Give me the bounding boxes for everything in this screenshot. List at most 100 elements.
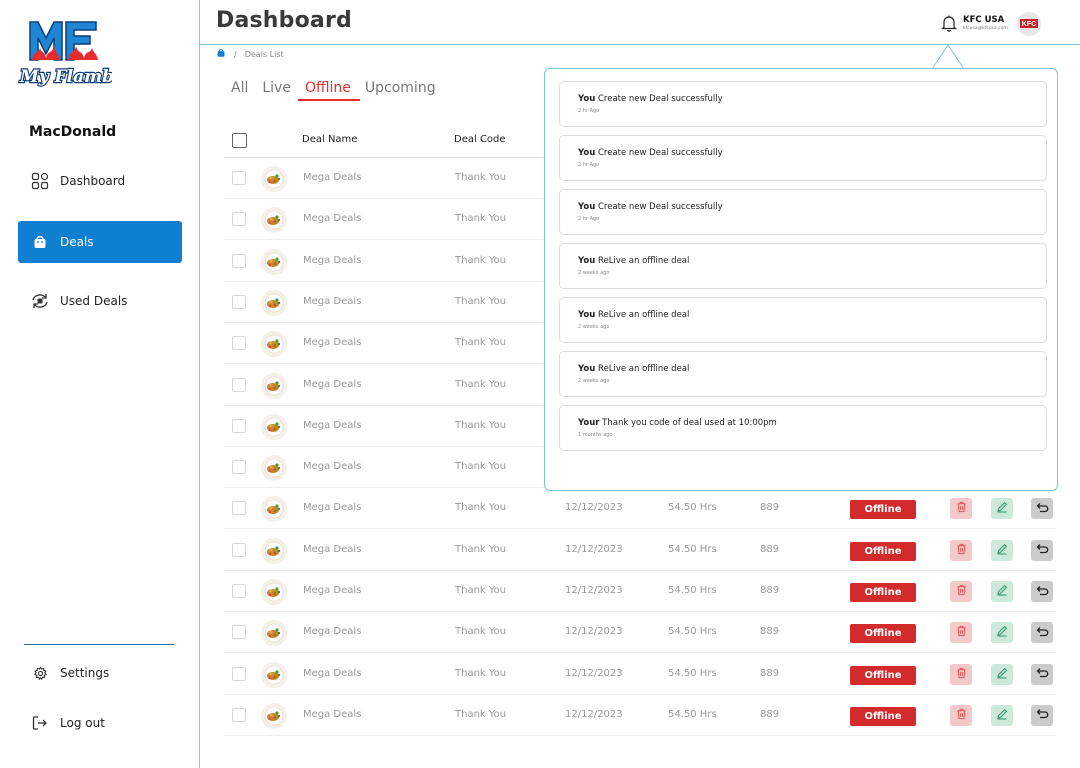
bag-icon xyxy=(30,232,50,252)
notification-item[interactable]: Your Thank you code of deal used at 10:0… xyxy=(559,405,1047,451)
edit-button[interactable] xyxy=(991,622,1013,644)
deal-code-cell: Thank You xyxy=(455,419,507,431)
deal-thumbnail xyxy=(261,413,287,440)
edit-button[interactable] xyxy=(991,663,1013,685)
relive-button[interactable] xyxy=(1031,539,1053,561)
delete-button[interactable] xyxy=(950,539,972,561)
table-row[interactable]: Mega Deals Thank You 12/12/2023 54.50 Hrs 88… xyxy=(224,530,1056,571)
restaurant-name: MacDonald xyxy=(29,124,117,140)
notification-message: You Create new Deal successfully xyxy=(578,202,1046,212)
user-info[interactable]: KFC USA kfcusa@kfcusa.com xyxy=(963,15,1008,31)
status-badge[interactable]: Offline xyxy=(850,541,916,561)
bell-icon[interactable] xyxy=(941,14,957,32)
bag-icon[interactable] xyxy=(216,48,226,60)
deal-thumbnail xyxy=(261,620,287,647)
notification-item[interactable]: You ReLive an offline deal 2 weeks ago xyxy=(559,297,1047,343)
deal-date-cell: 12/12/2023 xyxy=(565,502,623,514)
notification-item[interactable]: You Create new Deal successfully 2 hr Ago xyxy=(559,81,1047,127)
table-row[interactable]: Mega Deals Thank You 12/12/2023 54.50 Hrs 88… xyxy=(224,695,1056,736)
delete-button[interactable] xyxy=(950,704,972,726)
relive-button[interactable] xyxy=(1031,704,1053,726)
deal-count-cell: 889 xyxy=(760,667,780,679)
row-checkbox[interactable] xyxy=(232,253,246,268)
deal-name-cell: Mega Deals xyxy=(303,172,362,183)
table-row[interactable]: Mega Deals Thank You 12/12/2023 54.50 Hrs 88… xyxy=(224,612,1056,654)
notification-caret xyxy=(932,45,965,70)
relive-button[interactable] xyxy=(1031,663,1053,685)
nav-dashboard[interactable]: Dashboard xyxy=(18,160,182,202)
table-row[interactable]: Mega Deals Thank You 12/12/2023 54.50 Hrs 88… xyxy=(224,488,1056,530)
table-row[interactable]: Mega Deals Thank You 12/12/2023 54.50 Hrs 88… xyxy=(224,571,1056,612)
brand-logo[interactable]: My Flambé My Flambé MF xyxy=(16,14,126,90)
notification-item[interactable]: You Create new Deal successfully 2 hr Ago xyxy=(559,135,1047,181)
notification-item[interactable]: You Create new Deal successfully 2 hr Ago xyxy=(559,189,1047,235)
delete-button[interactable] xyxy=(950,498,972,520)
trash-icon xyxy=(956,543,967,558)
deal-thumbnail xyxy=(261,248,287,275)
deal-code-cell: Thank You xyxy=(455,254,507,266)
tab-all[interactable]: All xyxy=(230,80,249,96)
delete-button[interactable] xyxy=(950,622,972,644)
deal-code-cell: Thank You xyxy=(455,585,507,596)
edit-button[interactable] xyxy=(991,539,1013,561)
status-tabs: All Live Offline Upcoming xyxy=(230,80,449,96)
deal-code-cell: Thank You xyxy=(455,172,507,183)
nav-logout[interactable]: Log out xyxy=(18,702,182,744)
row-checkbox[interactable] xyxy=(232,377,246,392)
undo-icon xyxy=(1036,667,1049,681)
row-checkbox[interactable] xyxy=(232,625,246,640)
nav-deals[interactable]: Deals xyxy=(18,221,182,263)
delete-button[interactable] xyxy=(950,581,972,602)
edit-button[interactable] xyxy=(991,498,1013,520)
status-badge[interactable]: Offline xyxy=(850,706,916,726)
row-checkbox[interactable] xyxy=(232,418,246,433)
deal-name-cell: Mega Deals xyxy=(303,708,362,720)
notification-item[interactable]: You ReLive an offline deal 2 weeks ago xyxy=(559,243,1047,289)
nav-settings[interactable]: Settings xyxy=(18,652,182,694)
edit-button[interactable] xyxy=(991,704,1013,726)
row-checkbox[interactable] xyxy=(232,584,246,598)
row-checkbox[interactable] xyxy=(232,666,246,681)
row-checkbox[interactable] xyxy=(232,171,246,185)
deal-code-cell: Thank You xyxy=(455,461,507,473)
edit-button[interactable] xyxy=(991,581,1013,602)
row-checkbox[interactable] xyxy=(232,501,246,516)
deal-count-cell: 889 xyxy=(760,626,780,638)
trash-icon xyxy=(956,667,967,682)
status-badge[interactable]: Offline xyxy=(850,624,916,644)
column-deal-code[interactable]: Deal Code xyxy=(454,134,506,145)
deal-name-cell: Mega Deals xyxy=(303,337,362,349)
select-all-checkbox[interactable] xyxy=(232,133,247,148)
deal-code-cell: Thank You xyxy=(455,378,507,390)
row-checkbox[interactable] xyxy=(232,212,246,227)
avatar[interactable]: KFC xyxy=(1017,12,1041,36)
tab-upcoming[interactable]: Upcoming xyxy=(364,80,437,96)
column-deal-name[interactable]: Deal Name xyxy=(302,134,357,145)
undo-icon xyxy=(1036,543,1049,557)
nav-used-deals[interactable]: Used Deals xyxy=(18,280,182,322)
table-row[interactable]: Mega Deals Thank You 12/12/2023 54.50 Hrs 88… xyxy=(224,654,1056,695)
deal-name-cell: Mega Deals xyxy=(303,254,362,266)
deal-code-cell: Thank You xyxy=(455,295,507,307)
tab-live[interactable]: Live xyxy=(261,80,292,96)
status-badge[interactable]: Offline xyxy=(850,583,916,602)
delete-button[interactable] xyxy=(950,663,972,685)
status-badge[interactable]: Offline xyxy=(850,500,916,520)
relive-button[interactable] xyxy=(1031,498,1053,520)
relive-button[interactable] xyxy=(1031,581,1053,602)
breadcrumb-current[interactable]: Deals List xyxy=(245,50,284,59)
notification-message: You Create new Deal successfully xyxy=(578,148,1046,158)
row-checkbox[interactable] xyxy=(232,707,246,722)
notification-item[interactable]: You ReLive an offline deal 2 weeks ago xyxy=(559,351,1047,397)
notification-time: 2 hr Ago xyxy=(578,162,600,168)
trash-icon xyxy=(956,625,967,640)
row-checkbox[interactable] xyxy=(232,294,246,309)
relive-button[interactable] xyxy=(1031,622,1053,644)
deal-count-cell: 889 xyxy=(760,543,780,555)
row-checkbox[interactable] xyxy=(232,542,246,557)
status-badge[interactable]: Offline xyxy=(850,665,916,685)
row-checkbox[interactable] xyxy=(232,336,246,351)
tab-offline[interactable]: Offline xyxy=(304,80,352,96)
row-checkbox[interactable] xyxy=(232,460,246,475)
deal-thumbnail xyxy=(261,537,287,564)
